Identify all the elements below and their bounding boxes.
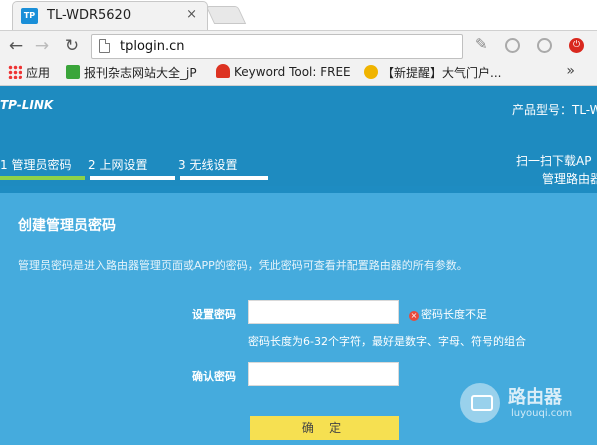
address-bar[interactable]: tplogin.cn (91, 34, 463, 59)
bookmark-item[interactable]: 报刊杂志网站大全_jP (66, 64, 197, 82)
password-label: 设置密码 (192, 308, 236, 321)
step-progress-active (0, 176, 85, 180)
bookmark-item[interactable]: Keyword Tool: FREE (216, 64, 351, 82)
back-arrow-icon[interactable]: ← (5, 35, 27, 57)
bookmark-label: 应用 (26, 66, 51, 80)
step-internet-settings: 2 上网设置 (88, 158, 148, 172)
watermark-text: 路由器 (508, 387, 562, 408)
browser-toolbar: ← → ↻ tplogin.cn ✎ ⏻ (0, 30, 597, 60)
tab-title: TL-WDR5620 (47, 8, 132, 23)
url-text: tplogin.cn (120, 39, 185, 54)
browser-tab[interactable]: TP TL-WDR5620 × (12, 1, 208, 30)
page-icon (99, 39, 110, 53)
step-progress (180, 176, 268, 180)
reload-icon[interactable]: ↻ (61, 35, 83, 57)
bookmarks-more-icon[interactable]: » (566, 63, 575, 79)
bookmark-favicon-icon (216, 64, 230, 78)
password-input[interactable] (248, 300, 399, 324)
bookmark-favicon-icon (364, 65, 378, 79)
password-error: × 密码长度不足 (409, 306, 487, 322)
error-text: 密码长度不足 (421, 308, 487, 321)
extension-icon[interactable] (505, 38, 520, 53)
app-download-text: 扫一扫下载AP (516, 154, 592, 168)
confirm-password-input[interactable] (248, 362, 399, 386)
bookmark-label: 报刊杂志网站大全_jP (84, 66, 197, 80)
extension-icon[interactable] (537, 38, 552, 53)
mic-icon[interactable]: ✎ (475, 37, 490, 52)
confirm-button[interactable]: 确 定 (250, 416, 399, 440)
router-watermark-icon (460, 383, 500, 423)
tplink-favicon-icon: TP (21, 8, 38, 24)
bookmark-label: 【新提醒】大气门户... (382, 66, 502, 80)
power-icon[interactable]: ⏻ (569, 38, 584, 53)
bookmark-label: Keyword Tool: FREE (234, 65, 351, 79)
step-wireless-settings: 3 无线设置 (178, 158, 238, 172)
tplink-logo: TP-LINK (0, 98, 54, 112)
new-tab-button[interactable] (205, 6, 247, 24)
product-model: 产品型号：TL-W (512, 103, 597, 117)
confirm-password-label: 确认密码 (192, 370, 236, 383)
bookmarks-bar: 应用 报刊杂志网站大全_jP Keyword Tool: FREE 【新提醒】大… (0, 60, 597, 86)
bookmark-apps[interactable]: 应用 (8, 64, 50, 82)
tab-strip: TP TL-WDR5620 × (0, 0, 597, 30)
watermark-url: luyouqi.com (511, 408, 573, 419)
apps-grid-icon (8, 65, 22, 79)
panel-description: 管理员密码是进入路由器管理页面或APP的密码，凭此密码可查看并配置路由器的所有参… (18, 259, 468, 272)
page-title: 创建管理员密码 (18, 218, 116, 234)
step-admin-password: 1 管理员密码 (0, 158, 72, 172)
step-progress (90, 176, 175, 180)
password-hint: 密码长度为6-32个字符，最好是数字、字母、符号的组合 (248, 335, 526, 348)
forward-arrow-icon[interactable]: → (31, 35, 53, 57)
bookmark-item[interactable]: 【新提醒】大气门户... (364, 64, 501, 82)
router-header: TP-LINK 产品型号：TL-W 1 管理员密码 2 上网设置 3 无线设置 … (0, 86, 597, 186)
tab-close-icon[interactable]: × (186, 7, 197, 22)
app-download-subtext: 管理路由器 (542, 172, 597, 186)
error-icon: × (409, 311, 419, 321)
bookmark-favicon-icon (66, 65, 80, 79)
